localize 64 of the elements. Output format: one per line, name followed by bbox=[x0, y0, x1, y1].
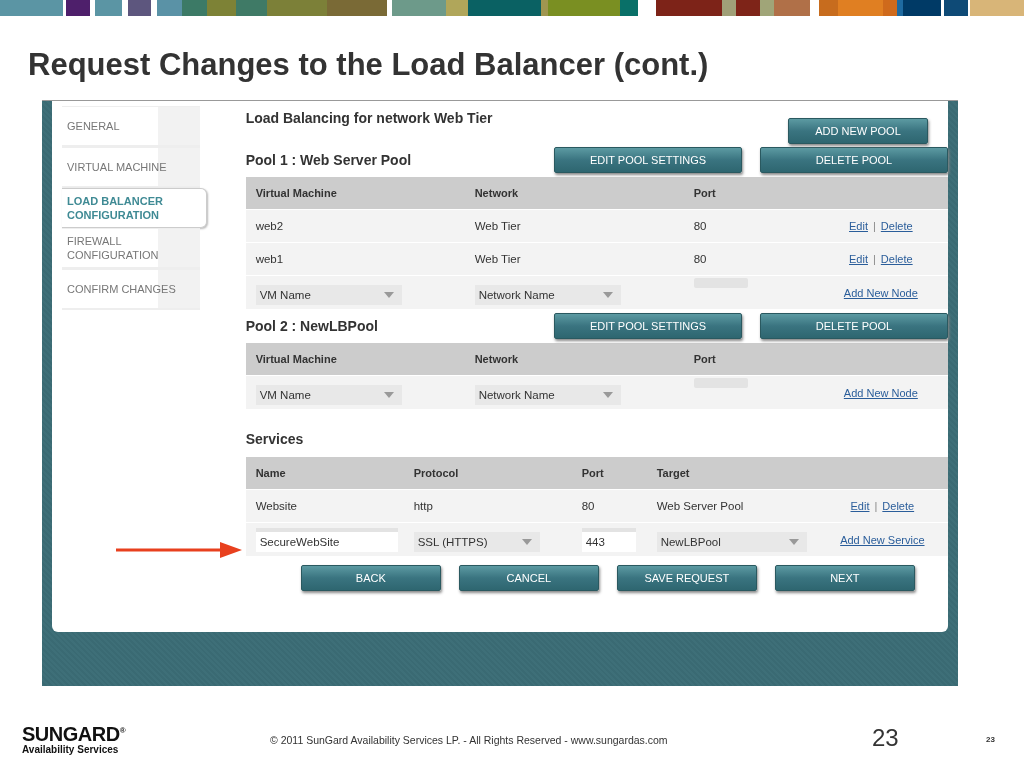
table-cell-text: http bbox=[413, 500, 434, 512]
pool-title: Pool 1 : Web Server Pool bbox=[245, 152, 412, 168]
table-cell-text: Web Server Pool bbox=[656, 500, 745, 512]
port-field[interactable]: 443 bbox=[581, 527, 636, 552]
copyright-text: © 2011 SunGard Availability Services LP. - All Rights Reserved - www.sungardas.com bbox=[270, 734, 668, 746]
add-node-link[interactable]: Add New Node bbox=[843, 386, 918, 399]
add-service-link[interactable]: Add New Service bbox=[840, 533, 925, 546]
table-cell-text: web1 bbox=[255, 253, 285, 265]
pool-title: Pool 2 : NewLBPool bbox=[245, 318, 378, 334]
column-header: Network bbox=[474, 353, 520, 365]
sidebar-item[interactable]: VIRTUAL MACHINE bbox=[62, 147, 200, 188]
sidebar-item[interactable]: GENERAL bbox=[62, 106, 200, 147]
nav-button[interactable]: CANCEL bbox=[458, 565, 599, 591]
slide-title: Request Changes to the Load Balancer (cont.) bbox=[27, 46, 710, 84]
table-cell-text: web2 bbox=[255, 220, 285, 232]
column-header: Port bbox=[693, 187, 717, 199]
sidebar-item[interactable]: CONFIRM CHANGES bbox=[62, 269, 200, 310]
table-cell-text: Web Tier bbox=[474, 220, 522, 232]
protocol-dropdown[interactable]: SSL (HTTPS) bbox=[413, 531, 540, 552]
separator: | bbox=[873, 253, 876, 265]
table-cell-text: Web Tier bbox=[474, 253, 522, 265]
arrow-icon bbox=[116, 541, 242, 559]
pool-button[interactable]: DELETE POOL bbox=[760, 313, 948, 339]
separator: | bbox=[873, 220, 876, 232]
nav-button[interactable]: NEXT bbox=[774, 565, 915, 591]
delete-link[interactable]: Delete bbox=[880, 253, 913, 265]
target-dropdown[interactable]: NewLBPool bbox=[656, 531, 807, 552]
edit-link[interactable]: Edit bbox=[849, 220, 868, 232]
page-heading: Load Balancing for network Web Tier bbox=[245, 110, 493, 128]
vm-dropdown[interactable]: VM Name bbox=[255, 284, 402, 305]
page-number: 23 bbox=[872, 724, 899, 752]
add-node-link[interactable]: Add New Node bbox=[843, 286, 918, 299]
vm-dropdown[interactable]: VM Name bbox=[255, 384, 402, 405]
name-field[interactable]: SecureWebSite bbox=[255, 527, 398, 552]
table-cell-text: 80 bbox=[693, 253, 708, 265]
edit-link[interactable]: Edit bbox=[849, 253, 868, 265]
services-title: Services bbox=[245, 430, 305, 449]
delete-link[interactable]: Delete bbox=[880, 220, 913, 232]
column-header: Port bbox=[581, 467, 605, 479]
column-header: Name bbox=[255, 467, 287, 479]
column-header: Network bbox=[474, 187, 520, 199]
column-header: Virtual Machine bbox=[255, 353, 338, 365]
company-logo: SUNGARD$^{®}$ Availability Services bbox=[22, 721, 127, 756]
pool-button[interactable]: DELETE POOL bbox=[760, 147, 948, 173]
column-header: Protocol bbox=[413, 467, 460, 479]
table-cell-text: 80 bbox=[581, 500, 596, 512]
sidebar-item[interactable]: LOAD BALANCER CONFIGURATION bbox=[62, 188, 207, 228]
delete-link[interactable]: Delete bbox=[882, 500, 915, 512]
nav-button[interactable]: SAVE REQUEST bbox=[616, 565, 757, 591]
pool-button[interactable]: EDIT POOL SETTINGS bbox=[554, 147, 742, 173]
table-cell-text: 80 bbox=[693, 220, 708, 232]
add-pool-button[interactable]: ADD NEW POOL bbox=[788, 118, 928, 144]
page-number: 23 bbox=[986, 735, 995, 744]
edit-link[interactable]: Edit bbox=[850, 500, 870, 512]
network-dropdown[interactable]: Network Name bbox=[474, 384, 621, 405]
column-header: Virtual Machine bbox=[255, 187, 338, 199]
pool-button[interactable]: EDIT POOL SETTINGS bbox=[554, 313, 742, 339]
separator: | bbox=[874, 500, 878, 512]
network-dropdown[interactable]: Network Name bbox=[474, 284, 621, 305]
column-header: Port bbox=[693, 353, 717, 365]
column-header: Target bbox=[656, 467, 691, 479]
nav-button[interactable]: BACK bbox=[300, 565, 441, 591]
sidebar-item[interactable]: FIREWALL CONFIGURATION bbox=[62, 228, 200, 269]
table-cell-text: Website bbox=[255, 500, 298, 512]
